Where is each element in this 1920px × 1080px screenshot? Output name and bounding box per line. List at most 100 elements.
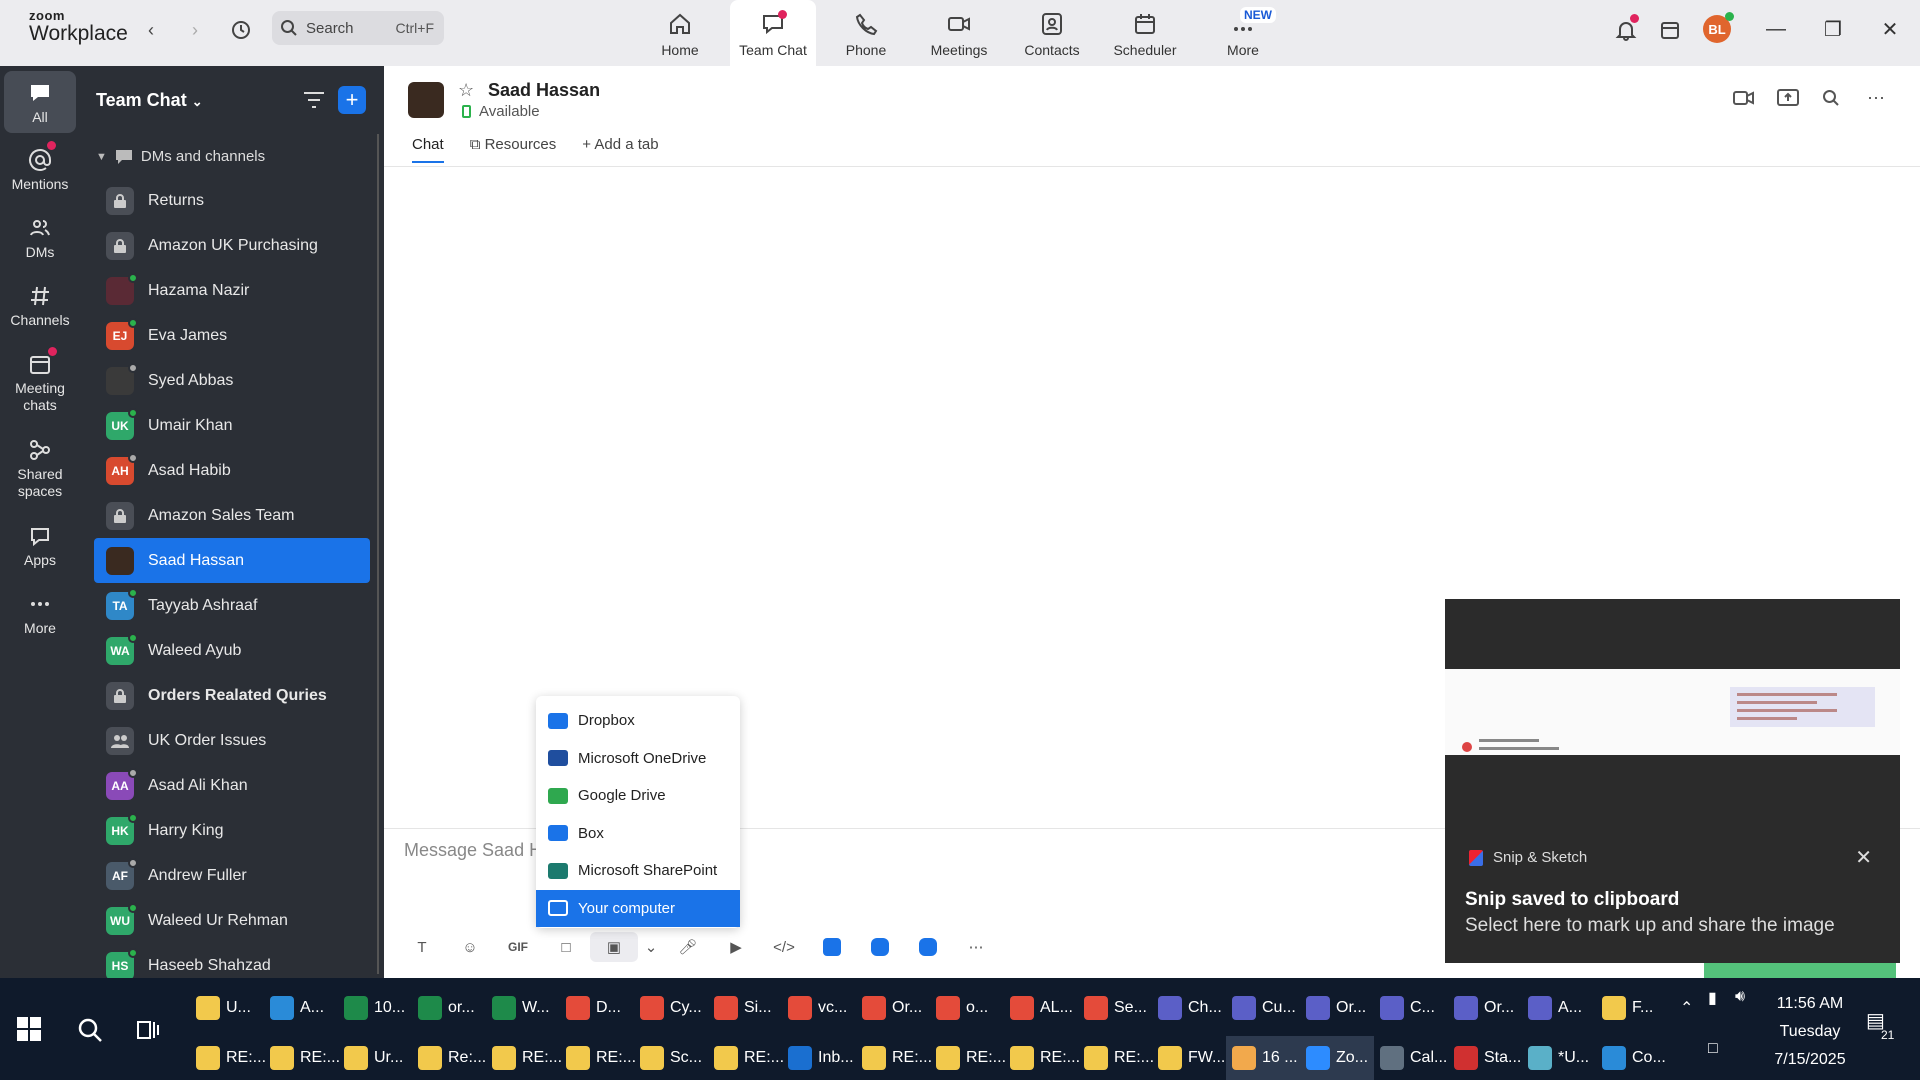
nav-team-chat[interactable]: Team Chat bbox=[730, 0, 816, 66]
list-item[interactable]: TA Tayyab Ashraaf bbox=[94, 583, 370, 628]
taskbar-app[interactable]: vc... bbox=[782, 986, 856, 1030]
rail-meeting-chats[interactable]: Meeting chats bbox=[4, 352, 76, 414]
app-icon-3[interactable] bbox=[904, 932, 952, 962]
history-icon[interactable] bbox=[229, 18, 253, 42]
list-item[interactable]: AA Asad Ali Khan bbox=[94, 763, 370, 808]
search-input[interactable]: Search Ctrl+F bbox=[272, 11, 444, 45]
taskbar-app[interactable]: Cy... bbox=[634, 986, 708, 1030]
nav-phone[interactable]: Phone bbox=[823, 0, 909, 66]
taskbar-app[interactable]: *U... bbox=[1522, 1036, 1596, 1080]
contact-name[interactable]: Saad Hassan bbox=[488, 80, 600, 101]
nav-meetings[interactable]: Meetings bbox=[916, 0, 1002, 66]
snip-notification[interactable]: Snip & Sketch ✕ Snip saved to clipboard … bbox=[1445, 599, 1900, 963]
taskbar-app[interactable]: A... bbox=[264, 986, 338, 1030]
list-item[interactable]: Syed Abbas bbox=[94, 358, 370, 403]
video-call-icon[interactable] bbox=[1730, 86, 1758, 110]
list-item[interactable]: Amazon Sales Team bbox=[94, 493, 370, 538]
list-item[interactable]: AH Asad Habib bbox=[94, 448, 370, 493]
list-item[interactable]: HK Harry King bbox=[94, 808, 370, 853]
list-item[interactable]: Amazon UK Purchasing bbox=[94, 223, 370, 268]
add-button[interactable]: + bbox=[338, 86, 366, 114]
taskbar-app[interactable]: Sta... bbox=[1448, 1036, 1522, 1080]
close-icon[interactable]: ✕ bbox=[1855, 845, 1872, 870]
restore-icon[interactable]: ❐ bbox=[1818, 14, 1848, 44]
taskbar-app[interactable]: RE:... bbox=[708, 1036, 784, 1080]
code-snippet-icon[interactable]: </> bbox=[760, 932, 808, 962]
format-text-icon[interactable]: T bbox=[398, 932, 446, 962]
taskbar-app[interactable]: o... bbox=[930, 986, 1004, 1030]
taskbar-app[interactable]: F... bbox=[1596, 986, 1670, 1030]
taskbar-app[interactable]: or... bbox=[412, 986, 486, 1030]
search-icon[interactable] bbox=[76, 1016, 104, 1044]
video-message-icon[interactable]: ▶ bbox=[712, 932, 760, 962]
app-icon-1[interactable] bbox=[808, 932, 856, 962]
list-item[interactable]: Saad Hassan bbox=[94, 538, 370, 583]
windows-start-icon[interactable] bbox=[16, 1016, 42, 1042]
rail-all[interactable]: All bbox=[4, 71, 76, 133]
taskbar-app[interactable]: Sc... bbox=[634, 1036, 708, 1080]
more-tools-icon[interactable]: ⋯ bbox=[952, 932, 1000, 962]
taskbar-app[interactable]: Co... bbox=[1596, 1036, 1670, 1080]
section-dms-and-channels[interactable]: ▼ DMs and channels bbox=[96, 148, 265, 165]
task-view-icon[interactable] bbox=[136, 1018, 160, 1042]
taskbar-app[interactable]: AL... bbox=[1004, 986, 1078, 1030]
filter-icon[interactable] bbox=[302, 90, 326, 110]
list-item[interactable]: WU Waleed Ur Rehman bbox=[94, 898, 370, 943]
taskbar-app[interactable]: Or... bbox=[1448, 986, 1522, 1030]
taskbar-app[interactable]: Re:... bbox=[412, 1036, 486, 1080]
taskbar-app[interactable]: RE:... bbox=[856, 1036, 932, 1080]
chevron-up-icon[interactable]: ⌃ bbox=[1680, 998, 1693, 1018]
battery-icon[interactable]: ▮ bbox=[1708, 988, 1717, 1008]
menu-item-onedrive[interactable]: Microsoft OneDrive bbox=[536, 740, 740, 778]
back-arrow-icon[interactable]: ‹ bbox=[139, 18, 163, 42]
tab-chat[interactable]: Chat bbox=[412, 136, 444, 163]
rail-mentions[interactable]: Mentions bbox=[4, 148, 76, 193]
menu-item-box[interactable]: Box bbox=[536, 815, 740, 853]
taskbar-app[interactable]: Zo... bbox=[1300, 1036, 1374, 1080]
star-icon[interactable]: ☆ bbox=[458, 80, 474, 101]
rail-more[interactable]: More bbox=[4, 592, 76, 637]
gif-button[interactable]: GIF bbox=[494, 932, 542, 962]
menu-item-your-computer[interactable]: Your computer bbox=[536, 889, 740, 927]
app-icon-2[interactable] bbox=[856, 932, 904, 962]
snip-preview-image[interactable] bbox=[1445, 669, 1900, 755]
taskbar-app[interactable]: RE:... bbox=[486, 1036, 562, 1080]
scrollbar[interactable] bbox=[377, 134, 379, 974]
taskbar-app[interactable]: Or... bbox=[856, 986, 930, 1030]
close-icon[interactable]: ✕ bbox=[1875, 14, 1905, 44]
rail-dms[interactable]: DMs bbox=[4, 216, 76, 261]
search-icon[interactable] bbox=[1817, 86, 1845, 110]
taskbar-app[interactable]: Inb... bbox=[782, 1036, 856, 1080]
menu-item-sharepoint[interactable]: Microsoft SharePoint bbox=[536, 852, 740, 890]
forward-arrow-icon[interactable]: › bbox=[183, 18, 207, 42]
taskbar-app[interactable]: C... bbox=[1374, 986, 1448, 1030]
message-input[interactable]: Message Saad H bbox=[404, 840, 542, 861]
taskbar-app[interactable]: Si... bbox=[708, 986, 782, 1030]
rail-apps[interactable]: Apps bbox=[4, 524, 76, 569]
clock[interactable]: 11:56 AM Tuesday 7/15/2025 bbox=[1760, 990, 1860, 1074]
list-item[interactable]: Orders Realated Quries bbox=[94, 673, 370, 718]
list-item[interactable]: Hazama Nazir bbox=[94, 268, 370, 313]
list-item[interactable]: UK Umair Khan bbox=[94, 403, 370, 448]
taskbar-app[interactable]: Or... bbox=[1300, 986, 1374, 1030]
menu-item-google-drive[interactable]: Google Drive bbox=[536, 777, 740, 815]
taskbar-app[interactable]: RE:... bbox=[1004, 1036, 1080, 1080]
list-item[interactable]: AF Andrew Fuller bbox=[94, 853, 370, 898]
taskbar-app[interactable]: RE:... bbox=[264, 1036, 340, 1080]
display-icon[interactable]: □ bbox=[1708, 1040, 1718, 1058]
list-item[interactable]: EJ Eva James bbox=[94, 313, 370, 358]
rail-shared-spaces[interactable]: Shared spaces bbox=[4, 438, 76, 500]
taskbar-app[interactable]: Ur... bbox=[338, 1036, 412, 1080]
rail-channels[interactable]: Channels bbox=[4, 284, 76, 329]
taskbar-app[interactable]: Ch... bbox=[1152, 986, 1226, 1030]
emoji-icon[interactable]: ☺ bbox=[446, 932, 494, 962]
taskbar-app[interactable]: RE:... bbox=[930, 1036, 1006, 1080]
taskbar-app[interactable]: FW... bbox=[1152, 1036, 1226, 1080]
attach-dropdown-chevron-icon[interactable]: ⌄ bbox=[638, 932, 664, 962]
taskbar-app[interactable]: Se... bbox=[1078, 986, 1152, 1030]
list-item[interactable]: UK Order Issues bbox=[94, 718, 370, 763]
share-screen-icon[interactable] bbox=[1774, 86, 1802, 110]
taskbar-app[interactable]: W... bbox=[486, 986, 560, 1030]
menu-item-dropbox[interactable]: Dropbox bbox=[536, 702, 740, 740]
taskbar-app[interactable]: Cu... bbox=[1226, 986, 1300, 1030]
